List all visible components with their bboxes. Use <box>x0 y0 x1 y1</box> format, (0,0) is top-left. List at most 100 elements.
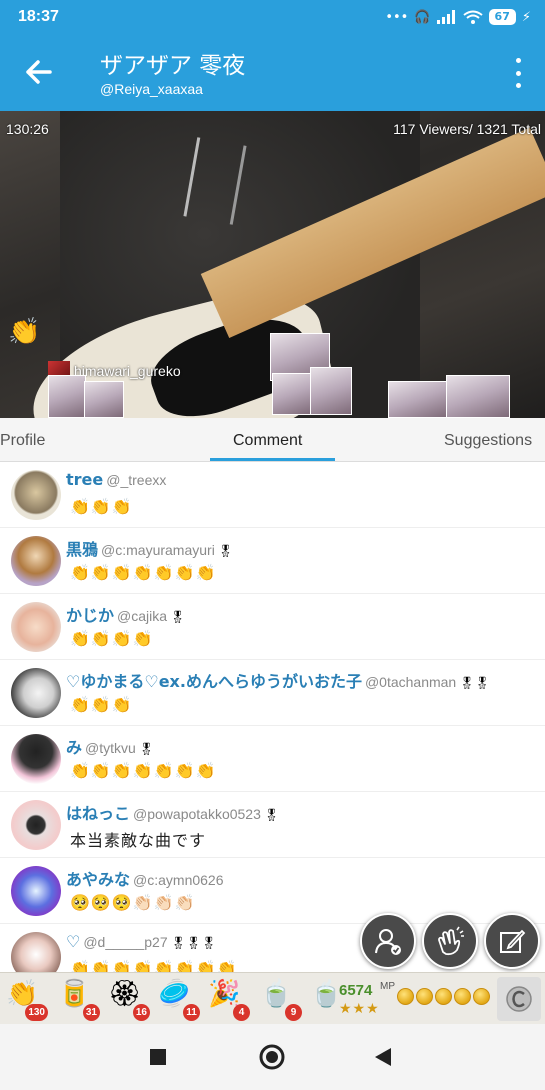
gift-tea-can[interactable]: 🍵 9 <box>260 979 302 1021</box>
commenter-name[interactable]: tree <box>66 470 103 489</box>
status-bar: 18:37 ••• 🎧 67 ⚡ <box>0 0 545 34</box>
gift-count-badge: 31 <box>82 1004 100 1021</box>
gift-tray: 👏 130 🥫 31 🏵 16 🥏 11 🎉 4 🍵 9 🍵 6574 MP ★… <box>0 972 545 1024</box>
drink-can-gift-icon: 🥫 <box>58 979 91 1009</box>
mp-balance: 6574 <box>339 982 373 999</box>
mp-label: MP <box>380 981 395 992</box>
comment-text: 👏👏👏👏👏👏👏 <box>70 563 217 582</box>
wifi-icon <box>462 10 483 24</box>
gift-count-badge: 16 <box>132 1004 150 1021</box>
commenter-handle: @tytkvu <box>85 740 136 756</box>
comment-text: 👏👏👏 <box>70 497 133 516</box>
coin-menu-button[interactable] <box>497 977 541 1021</box>
back-arrow-icon[interactable] <box>20 56 56 88</box>
back-nav-icon[interactable] <box>374 1048 392 1066</box>
gift-party-popper[interactable]: 🎉 4 <box>208 979 250 1021</box>
comment-row: み @tytkvu 🎖 👏👏👏👏👏👏👏 <box>0 726 545 792</box>
party-popper-gift-icon: 🎉 <box>208 979 241 1009</box>
comment-row: あやみな @c:aymn0626 🥺🥺🥺👏🏻👏🏻👏🏻 <box>0 858 545 924</box>
comment-row: tree @_treexx 👏👏👏 <box>0 462 545 528</box>
commenter-name[interactable]: ♡ <box>66 932 80 951</box>
rank-badge-icon: 🎖 <box>217 544 234 558</box>
compose-icon <box>500 929 526 953</box>
rank-badge-icon: 🎖 <box>263 808 280 822</box>
rank-badge-icon: 🎖🎖 <box>459 676 490 690</box>
commenter-handle: @0tachanman <box>364 674 457 690</box>
comment-row: かじか @cajika 🎖 👏👏👏👏 <box>0 594 545 660</box>
broadcaster-handle: @Reiya_xaaxaa <box>100 81 203 97</box>
commenter-name[interactable]: はねっこ <box>66 804 130 823</box>
gift-count-badge: 11 <box>183 1004 200 1021</box>
clap-hands-icon <box>438 926 464 956</box>
status-icons: ••• 🎧 67 ⚡ <box>385 9 531 25</box>
gift-cymbal[interactable]: 🥏 11 <box>158 979 200 1021</box>
commenter-name[interactable]: 黒鴉 <box>66 540 98 559</box>
commenter-handle: @d_____p27 <box>83 934 168 950</box>
avatar-sticker <box>310 367 352 415</box>
rank-badge-icon: 🎖🎖🎖 <box>170 936 217 950</box>
viewer-count: 117 Viewers/ 1321 Total <box>393 121 541 137</box>
more-options-icon[interactable] <box>513 58 523 88</box>
avatar[interactable] <box>11 602 61 652</box>
avatar[interactable] <box>11 536 61 586</box>
commenter-name[interactable]: かじか <box>66 606 114 625</box>
clap-animation-icon: 👏 <box>8 317 41 347</box>
avatar[interactable] <box>11 932 61 972</box>
avatar[interactable] <box>11 800 61 850</box>
comment-row: ♡ゆかまる♡ex.めんへらゆうがいおた子 @0tachanman 🎖🎖 👏👏👏 <box>0 660 545 726</box>
coin-icon <box>454 988 471 1005</box>
active-tab-indicator <box>210 458 335 461</box>
avatar[interactable] <box>11 866 61 916</box>
recent-apps-icon[interactable] <box>150 1049 166 1065</box>
gift-sender-name: himawari_gureko <box>74 363 181 379</box>
commenter-handle: @c:aymn0626 <box>133 872 224 888</box>
tea-can-gift-icon: 🍵 <box>260 979 293 1009</box>
user-check-icon <box>375 929 401 955</box>
commenter-handle: @_treexx <box>106 472 167 488</box>
more-notifications-icon: ••• <box>385 9 409 25</box>
tab-comment[interactable]: Comment <box>233 432 302 450</box>
gift-wreath[interactable]: 🏵 16 <box>108 979 150 1021</box>
avatar[interactable] <box>11 470 61 520</box>
commenter-handle: @powapotakko0523 <box>133 806 261 822</box>
tab-bar: Profile Comment Suggestions <box>0 418 545 462</box>
comment-text: 🥺🥺🥺👏🏻👏🏻👏🏻 <box>70 893 196 912</box>
elapsed-time: 130:26 <box>6 121 49 137</box>
home-icon[interactable] <box>259 1044 285 1070</box>
comment-text: 本当素敵な曲です <box>70 831 207 850</box>
comment-row: はねっこ @powapotakko0523 🎖 本当素敵な曲です <box>0 792 545 858</box>
rank-badge-icon: 🎖 <box>170 610 186 624</box>
commenter-name[interactable]: み <box>66 738 82 757</box>
coin-icon <box>473 988 490 1005</box>
live-video[interactable]: 130:26 117 Viewers/ 1321 Total 👏 himawar… <box>0 111 545 418</box>
comment-text: 👏👏👏👏 <box>70 629 154 648</box>
gift-count-badge: 4 <box>233 1004 250 1021</box>
clap-button[interactable] <box>422 913 478 969</box>
avatar[interactable] <box>11 668 61 718</box>
avatar-sticker <box>272 373 312 415</box>
gift-count-badge: 9 <box>285 1004 302 1021</box>
commenter-name[interactable]: あやみな <box>66 870 130 889</box>
gift-drink-can[interactable]: 🥫 31 <box>58 979 100 1021</box>
gift-tea-can-50[interactable]: 🍵 <box>310 979 336 1019</box>
tab-suggestions[interactable]: Suggestions <box>444 432 532 450</box>
write-comment-button[interactable] <box>484 913 540 969</box>
comment-list[interactable]: tree @_treexx 👏👏👏 黒鴉 @c:mayuramayuri 🎖 👏👏👏👏… <box>0 462 545 972</box>
status-time: 18:37 <box>18 8 59 25</box>
broadcaster-name: ザアザア 零夜 <box>100 53 246 79</box>
coin-icon <box>435 988 452 1005</box>
app-bar: ザアザア 零夜 @Reiya_xaaxaa <box>0 34 545 111</box>
signal-icon <box>436 10 455 24</box>
cymbal-gift-icon: 🥏 <box>158 979 191 1009</box>
coin-icon <box>416 988 433 1005</box>
tab-profile[interactable]: Profile <box>0 432 45 450</box>
commenter-handle: @c:mayuramayuri <box>101 542 215 558</box>
avatar[interactable] <box>11 734 61 784</box>
headphones-icon: 🎧 <box>414 9 431 25</box>
gift-clap[interactable]: 👏 130 <box>6 979 48 1021</box>
follow-user-button[interactable] <box>360 913 416 969</box>
coin-row <box>397 988 490 1005</box>
commenter-name[interactable]: ♡ゆかまる♡ex.めんへらゆうがいおた子 <box>66 672 362 691</box>
rank-stars: ★★★ <box>339 1001 380 1017</box>
comment-text: 👏👏👏 <box>70 695 133 714</box>
